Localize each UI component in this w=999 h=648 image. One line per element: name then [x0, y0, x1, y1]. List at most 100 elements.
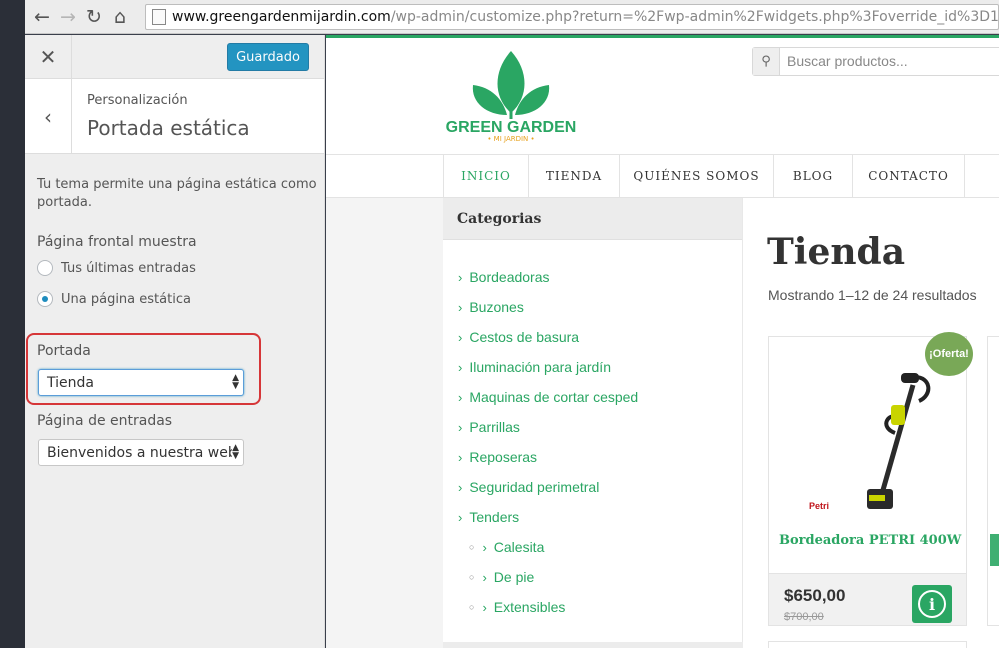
bullet-icon: ○: [469, 542, 475, 552]
posts-page-label: Página de entradas: [37, 413, 173, 429]
category-item[interactable]: › Reposeras: [443, 442, 742, 472]
main-nav: INICIO TIENDA QUIÉNES SOMOS BLOG CONTACT…: [326, 154, 999, 198]
nav-divider: [964, 155, 999, 197]
page-margin: [326, 198, 443, 648]
nav-quienes-somos[interactable]: QUIÉNES SOMOS: [619, 155, 773, 197]
category-label[interactable]: Buzones: [469, 299, 523, 315]
category-label[interactable]: Seguridad perimetral: [469, 479, 599, 495]
subcategory-item[interactable]: ○ › Calesita: [443, 532, 742, 562]
chevron-left-icon[interactable]: ‹: [25, 79, 72, 154]
nav-tienda[interactable]: TIENDA: [528, 155, 619, 197]
front-page-value: Tienda: [47, 374, 94, 391]
section-title: Portada estática: [87, 116, 250, 140]
posts-page-value: Bienvenidos a nuestra web: [47, 444, 237, 461]
front-page-label: Portada: [37, 343, 91, 359]
product-name[interactable]: Bordeadora PETRI 400W: [779, 533, 961, 548]
info-button[interactable]: i: [912, 585, 952, 623]
category-label[interactable]: Parrillas: [469, 419, 520, 435]
next-product-card[interactable]: [987, 336, 999, 626]
radio-label: Tus últimas entradas: [61, 260, 196, 276]
url-path: /wp-admin/customize.php?return=%2Fwp-adm…: [390, 9, 999, 25]
category-label[interactable]: Cestos de basura: [469, 329, 579, 345]
category-item[interactable]: › Bordeadoras: [443, 262, 742, 292]
chevron-right-icon: ›: [458, 419, 463, 435]
saved-button[interactable]: Guardado: [227, 43, 309, 71]
chevron-right-icon: ›: [458, 389, 463, 405]
desktop-strip: [0, 0, 25, 648]
logo-subtitle: • MI JARDIN •: [487, 135, 535, 143]
category-item[interactable]: › Maquinas de cortar cesped: [443, 382, 742, 412]
categories-title: Categorias: [443, 198, 742, 240]
panel-body: Tu tema permite una página estática como…: [25, 176, 324, 307]
categories-widget: Categorias › Bordeadoras › Buzones › Cestos…: [443, 198, 743, 648]
customizer-header: ✕ Guardado: [25, 35, 324, 79]
nav-inicio[interactable]: INICIO: [443, 155, 528, 197]
result-count: Mostrando 1–12 de 24 resultados: [768, 287, 977, 303]
product-price: $650,00: [784, 586, 846, 605]
chevron-right-icon: ›: [482, 599, 487, 615]
subcategory-label[interactable]: De pie: [494, 569, 534, 585]
nav-contacto[interactable]: CONTACTO: [852, 155, 964, 197]
subcategory-item[interactable]: ○ › De pie: [443, 562, 742, 592]
category-label[interactable]: Iluminación para jardín: [469, 359, 611, 375]
category-item[interactable]: › Tenders: [443, 502, 742, 532]
search-input[interactable]: Buscar productos...: [787, 53, 908, 69]
radio-button[interactable]: [37, 260, 53, 276]
next-product-name-edge: [990, 534, 999, 566]
category-label[interactable]: Tenders: [469, 509, 519, 525]
price-box: $650,00 $700,00 i: [769, 573, 966, 625]
radio-static-page[interactable]: Una página estática: [37, 291, 312, 307]
nav-blog[interactable]: BLOG: [773, 155, 852, 197]
category-item[interactable]: › Parrillas: [443, 412, 742, 442]
category-item[interactable]: › Buzones: [443, 292, 742, 322]
posts-page-select[interactable]: Bienvenidos a nuestra web ▲ ▼: [38, 439, 244, 466]
bullet-icon: ○: [469, 572, 475, 582]
trimmer-product-image[interactable]: Petri: [805, 355, 935, 515]
select-arrows-icon: ▲ ▼: [232, 443, 239, 461]
home-icon[interactable]: ⌂: [107, 4, 133, 30]
site-preview: GREEN GARDEN • MI JARDIN • ⚲ Buscar prod…: [326, 35, 999, 648]
select-arrows-icon: ▲ ▼: [232, 373, 239, 391]
subcategory-label[interactable]: Extensibles: [494, 599, 566, 615]
sale-badge: ¡Oferta!: [925, 332, 973, 376]
section-description: Tu tema permite una página estática como…: [37, 177, 317, 210]
chevron-right-icon: ›: [458, 269, 463, 285]
chevron-right-icon: ›: [458, 359, 463, 375]
breadcrumb: Personalización: [87, 93, 188, 108]
address-bar[interactable]: www.greengardenmijardin.com/wp-admin/cus…: [145, 4, 999, 30]
reload-icon[interactable]: ↻: [81, 4, 107, 30]
category-item[interactable]: › Seguridad perimetral: [443, 472, 742, 502]
radio-latest-posts[interactable]: Tus últimas entradas: [37, 260, 312, 276]
category-label[interactable]: Maquinas de cortar cesped: [469, 389, 638, 405]
close-icon[interactable]: ✕: [25, 35, 72, 79]
top-accent-line: [326, 35, 999, 38]
front-page-select[interactable]: Tienda ▲ ▼: [38, 369, 244, 396]
page-title: Tienda: [767, 231, 906, 273]
product-search[interactable]: ⚲ Buscar productos...: [752, 47, 999, 76]
browser-toolbar: ← → ↻ ⌂ www.greengardenmijardin.com/wp-a…: [25, 0, 999, 34]
subcategory-item[interactable]: ○ › Extensibles: [443, 592, 742, 622]
product-card[interactable]: Petri ¡Oferta! Bordeadora PETRI 400W $65…: [768, 332, 973, 626]
chevron-right-icon: ›: [482, 539, 487, 555]
next-row-card: [768, 641, 967, 648]
search-icon[interactable]: ⚲: [753, 48, 780, 75]
chevron-right-icon: ›: [458, 299, 463, 315]
url-host: www.greengardenmijardin.com: [172, 9, 391, 25]
category-item[interactable]: › Cestos de basura: [443, 322, 742, 352]
chevron-right-icon: ›: [458, 449, 463, 465]
radio-label: Una página estática: [61, 291, 191, 307]
category-label[interactable]: Bordeadoras: [469, 269, 549, 285]
subcategory-label[interactable]: Calesita: [494, 539, 545, 555]
back-arrow-icon[interactable]: ←: [29, 4, 55, 30]
chevron-right-icon: ›: [458, 509, 463, 525]
category-list: › Bordeadoras › Buzones › Cestos de basura …: [443, 262, 742, 622]
radio-button-selected[interactable]: [37, 291, 53, 307]
forward-arrow-icon[interactable]: →: [55, 4, 81, 30]
chevron-right-icon: ›: [458, 479, 463, 495]
category-item[interactable]: › Iluminación para jardín: [443, 352, 742, 382]
svg-text:Petri: Petri: [809, 501, 829, 511]
front-display-label: Página frontal muestra: [37, 234, 197, 250]
widget-footer: [443, 642, 743, 648]
product-old-price: $700,00: [784, 611, 824, 623]
category-label[interactable]: Reposeras: [469, 449, 537, 465]
